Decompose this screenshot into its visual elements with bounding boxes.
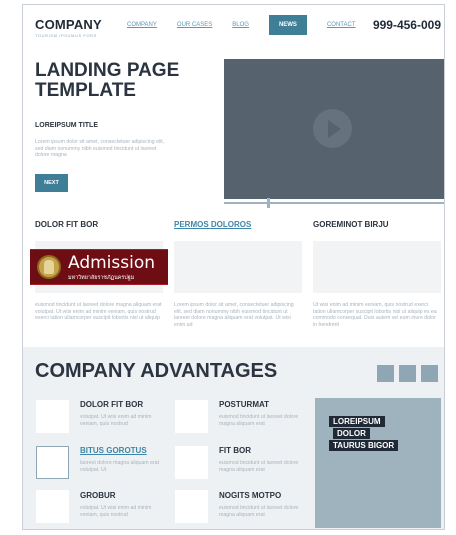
tag-label: LOREIPSUM bbox=[329, 416, 385, 427]
advantage-image bbox=[36, 490, 69, 523]
hero-subtitle: LOREIPSUM TITLE bbox=[35, 122, 98, 129]
nav-company[interactable]: COMPANY bbox=[127, 15, 157, 35]
advantage-text: euismod tincidunt ut laoreet dolore magn… bbox=[219, 460, 299, 473]
column-3-image bbox=[313, 241, 441, 293]
next-button[interactable]: NEXT bbox=[35, 174, 68, 192]
hero-title: LANDING PAGE TEMPLATE bbox=[35, 60, 180, 101]
admission-subtitle: มหาวิทยาลัยราชภัฏนครปฐม bbox=[68, 275, 135, 281]
video-progress-bar[interactable] bbox=[224, 202, 444, 204]
seal-figure bbox=[44, 260, 54, 274]
play-icon[interactable] bbox=[313, 109, 352, 148]
advantages-section: COMPANY ADVANTAGES DOLOR FIT BOR volutpa… bbox=[23, 347, 444, 529]
landing-page-mockup: COMPANY TOURISM IPSUMUS FORS COMPANY OUR… bbox=[22, 4, 445, 530]
advantage-title-link[interactable]: BITUS GOROTUS bbox=[80, 446, 147, 455]
column-1-title: DOLOR FIT BOR bbox=[35, 220, 99, 229]
column-2-image bbox=[174, 241, 302, 293]
square-icon bbox=[399, 365, 416, 382]
advantage-text: volutpat. Ut wisi enim ad minim veniam, … bbox=[80, 505, 152, 518]
admission-title: Admission bbox=[68, 253, 156, 273]
video-player[interactable] bbox=[224, 59, 444, 199]
advantage-image bbox=[175, 446, 208, 479]
advantage-text: laoreet dolore magna aliquam erat volutp… bbox=[80, 460, 160, 473]
hero-text: Lorem ipsum dolor sit amet, consectetuer… bbox=[35, 139, 165, 159]
advantage-title: DOLOR FIT BOR bbox=[80, 400, 144, 409]
phone-number[interactable]: 999-456-009 bbox=[373, 18, 441, 32]
advantage-text: euismod tincidunt ut laoreet dolore magn… bbox=[219, 414, 299, 427]
advantage-image bbox=[36, 446, 69, 479]
column-2-text: Lorem ipsum dolor sit amet, consectetuer… bbox=[174, 302, 294, 328]
company-logo[interactable]: COMPANY TOURISM IPSUMUS FORS bbox=[35, 17, 102, 38]
column-3-text: Ut wisi enim ad minim veniam, quis nostr… bbox=[313, 302, 437, 328]
column-1-text: euismod tincidunt ut laoreet dolore magn… bbox=[35, 302, 162, 322]
nav-news[interactable]: NEWS bbox=[268, 15, 307, 35]
advantage-image bbox=[36, 400, 69, 433]
advantage-title: NOGITS MOTPO bbox=[219, 491, 282, 500]
play-triangle bbox=[328, 120, 341, 138]
university-seal-icon bbox=[37, 255, 61, 279]
admission-banner[interactable]: Admission มหาวิทยาลัยราชภัฏนครปฐม bbox=[30, 249, 168, 285]
advantage-title: POSTURMAT bbox=[219, 400, 270, 409]
column-3: GOREMINOT BIRJU Ut wisi enim ad minim ve… bbox=[313, 220, 441, 328]
advantages-title: COMPANY ADVANTAGES bbox=[35, 360, 278, 382]
column-2-title-link[interactable]: PERMOS DOLOROS bbox=[174, 220, 302, 230]
column-3-title: GOREMINOT BIRJU bbox=[313, 220, 389, 229]
main-nav: COMPANY OUR CASES BLOG NEWS CONTACT bbox=[127, 15, 376, 35]
advantage-title: FIT BOR bbox=[219, 446, 251, 455]
logo-tagline: TOURISM IPSUMUS FORS bbox=[35, 33, 97, 38]
video-progress-handle[interactable] bbox=[267, 198, 270, 208]
square-icon bbox=[377, 365, 394, 382]
tag-label: TAURUS BIGOR bbox=[329, 440, 399, 451]
advantages-icons bbox=[377, 365, 443, 382]
nav-blog[interactable]: BLOG bbox=[232, 15, 249, 35]
advantage-image bbox=[175, 490, 208, 523]
nav-contact[interactable]: CONTACT bbox=[327, 15, 356, 35]
advantage-image bbox=[175, 400, 208, 433]
advantage-text: euismod tincidunt ut laoreet dolore magn… bbox=[219, 505, 299, 518]
logo-name: COMPANY bbox=[35, 17, 102, 32]
advantage-title: GROBUR bbox=[80, 491, 116, 500]
feature-panel: LOREIPSUM DOLOR TAURUS BIGOR bbox=[315, 398, 441, 528]
advantage-text: volutpat. Ut wisi enim ad minim veniam, … bbox=[80, 414, 152, 427]
nav-our-cases[interactable]: OUR CASES bbox=[177, 15, 212, 35]
tag-label: DOLOR bbox=[333, 428, 370, 439]
square-icon bbox=[421, 365, 438, 382]
column-2: PERMOS DOLOROS Lorem ipsum dolor sit ame… bbox=[174, 220, 302, 328]
